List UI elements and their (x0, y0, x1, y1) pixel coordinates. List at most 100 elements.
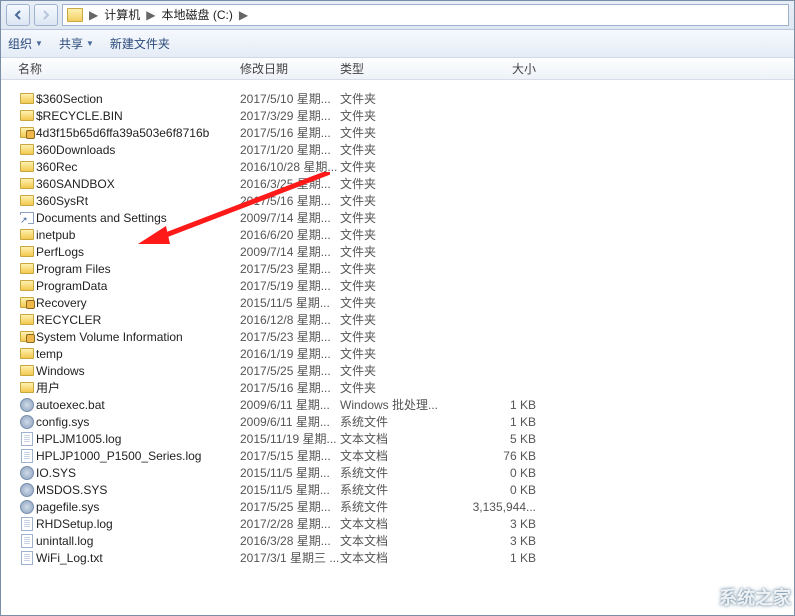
file-row[interactable]: WiFi_Log.txt2017/3/1 星期三 ...文本文档1 KB (0, 549, 795, 566)
file-size: 0 KB (440, 483, 560, 497)
file-row[interactable]: 360SANDBOX2016/3/25 星期...文件夹 (0, 175, 795, 192)
file-type: 文件夹 (340, 328, 440, 345)
file-type: 系统文件 (340, 498, 440, 515)
file-row[interactable]: HPLJP1000_P1500_Series.log2017/5/15 星期..… (0, 447, 795, 464)
organize-menu[interactable]: 组织 ▼ (8, 35, 43, 52)
file-row[interactable]: 360Rec2016/10/28 星期...文件夹 (0, 158, 795, 175)
file-row[interactable]: 360Downloads2017/1/20 星期...文件夹 (0, 141, 795, 158)
file-name: inetpub (36, 228, 240, 242)
col-date[interactable]: 修改日期 (240, 60, 340, 77)
file-size: 0 KB (440, 466, 560, 480)
file-row[interactable]: pagefile.sys2017/5/25 星期...系统文件3,135,944… (0, 498, 795, 515)
file-name: unintall.log (36, 534, 240, 548)
file-row[interactable]: 360SysRt2017/5/16 星期...文件夹 (0, 192, 795, 209)
file-date: 2017/1/20 星期... (240, 141, 340, 158)
file-name: ProgramData (36, 279, 240, 293)
file-name: IO.SYS (36, 466, 240, 480)
folder-icon (18, 280, 36, 291)
file-type: Windows 批处理... (340, 396, 440, 413)
file-name: 4d3f15b65d6ffa39a503e6f8716b (36, 126, 240, 140)
file-row[interactable]: $360Section2017/5/10 星期...文件夹 (0, 90, 795, 107)
file-name: 用户 (36, 379, 240, 396)
file-name: $RECYCLE.BIN (36, 109, 240, 123)
file-type: 文件夹 (340, 243, 440, 260)
share-menu[interactable]: 共享 ▼ (59, 35, 94, 52)
address-box[interactable]: ▶ 计算机 ▶ 本地磁盘 (C:) ▶ (62, 4, 789, 26)
forward-button[interactable] (34, 4, 58, 26)
chevron-down-icon: ▼ (35, 39, 43, 48)
crumb-computer[interactable]: 计算机 (104, 6, 140, 23)
file-row[interactable]: System Volume Information2017/5/23 星期...… (0, 328, 795, 345)
cfg-icon (18, 483, 36, 497)
drive-icon (67, 8, 83, 22)
folder-icon (18, 263, 36, 274)
file-type: 文件夹 (340, 141, 440, 158)
file-size: 76 KB (440, 449, 560, 463)
file-type: 文本文档 (340, 447, 440, 464)
file-date: 2017/5/10 星期... (240, 90, 340, 107)
file-row[interactable]: $RECYCLE.BIN2017/3/29 星期...文件夹 (0, 107, 795, 124)
folder-icon (18, 161, 36, 172)
file-row[interactable]: config.sys2009/6/11 星期...系统文件1 KB (0, 413, 795, 430)
file-date: 2016/12/8 星期... (240, 311, 340, 328)
file-row[interactable]: RECYCLER2016/12/8 星期...文件夹 (0, 311, 795, 328)
file-row[interactable]: Documents and Settings2009/7/14 星期...文件夹 (0, 209, 795, 226)
file-size: 3,135,944... (440, 500, 560, 514)
file-date: 2009/7/14 星期... (240, 209, 340, 226)
file-row[interactable]: Program Files2017/5/23 星期...文件夹 (0, 260, 795, 277)
folder-icon (18, 314, 36, 325)
watermark-text: 系统之家 (719, 584, 791, 610)
file-row[interactable]: temp2016/1/19 星期...文件夹 (0, 345, 795, 362)
column-headers: 名称 修改日期 类型 大小 (0, 58, 795, 80)
file-row[interactable]: IO.SYS2015/11/5 星期...系统文件0 KB (0, 464, 795, 481)
crumb-sep-icon: ▶ (87, 8, 100, 22)
file-row[interactable]: PerfLogs2009/7/14 星期...文件夹 (0, 243, 795, 260)
chevron-down-icon: ▼ (86, 39, 94, 48)
file-list: $360Section2017/5/10 星期...文件夹$RECYCLE.BI… (0, 86, 795, 566)
new-folder-button[interactable]: 新建文件夹 (110, 35, 170, 52)
toolbar: 组织 ▼ 共享 ▼ 新建文件夹 (0, 30, 795, 58)
file-row[interactable]: 4d3f15b65d6ffa39a503e6f8716b2017/5/16 星期… (0, 124, 795, 141)
crumb-sep-icon: ▶ (144, 8, 157, 22)
file-row[interactable]: Recovery2015/11/5 星期...文件夹 (0, 294, 795, 311)
file-row[interactable]: HPLJM1005.log2015/11/19 星期...文本文档5 KB (0, 430, 795, 447)
file-name: 360Downloads (36, 143, 240, 157)
file-type: 文件夹 (340, 345, 440, 362)
folder-icon (18, 195, 36, 206)
file-row[interactable]: 用户2017/5/16 星期...文件夹 (0, 379, 795, 396)
file-type: 文件夹 (340, 158, 440, 175)
file-row[interactable]: autoexec.bat2009/6/11 星期...Windows 批处理..… (0, 396, 795, 413)
file-date: 2016/3/28 星期... (240, 532, 340, 549)
file-name: Program Files (36, 262, 240, 276)
file-row[interactable]: ProgramData2017/5/19 星期...文件夹 (0, 277, 795, 294)
file-row[interactable]: unintall.log2016/3/28 星期...文本文档3 KB (0, 532, 795, 549)
file-name: RHDSetup.log (36, 517, 240, 531)
file-name: Windows (36, 364, 240, 378)
folder-icon (18, 365, 36, 376)
file-size: 1 KB (440, 398, 560, 412)
crumb-drive[interactable]: 本地磁盘 (C:) (161, 6, 232, 23)
file-name: PerfLogs (36, 245, 240, 259)
file-size: 5 KB (440, 432, 560, 446)
cfg-icon (18, 415, 36, 429)
back-button[interactable] (6, 4, 30, 26)
file-date: 2009/7/14 星期... (240, 243, 340, 260)
file-row[interactable]: inetpub2016/6/20 星期...文件夹 (0, 226, 795, 243)
col-name[interactable]: 名称 (18, 60, 240, 77)
file-date: 2017/5/19 星期... (240, 277, 340, 294)
crumb-sep-icon: ▶ (237, 8, 250, 22)
file-type: 文件夹 (340, 175, 440, 192)
folder-icon (18, 110, 36, 121)
folder-icon (18, 348, 36, 359)
col-size[interactable]: 大小 (440, 60, 560, 77)
file-row[interactable]: Windows2017/5/25 星期...文件夹 (0, 362, 795, 379)
file-type: 系统文件 (340, 413, 440, 430)
folder-icon (18, 382, 36, 393)
file-row[interactable]: RHDSetup.log2017/2/28 星期...文本文档3 KB (0, 515, 795, 532)
file-date: 2009/6/11 星期... (240, 396, 340, 413)
file-name: autoexec.bat (36, 398, 240, 412)
file-row[interactable]: MSDOS.SYS2015/11/5 星期...系统文件0 KB (0, 481, 795, 498)
file-name: Recovery (36, 296, 240, 310)
col-type[interactable]: 类型 (340, 60, 440, 77)
folder-lock-icon (18, 297, 36, 308)
